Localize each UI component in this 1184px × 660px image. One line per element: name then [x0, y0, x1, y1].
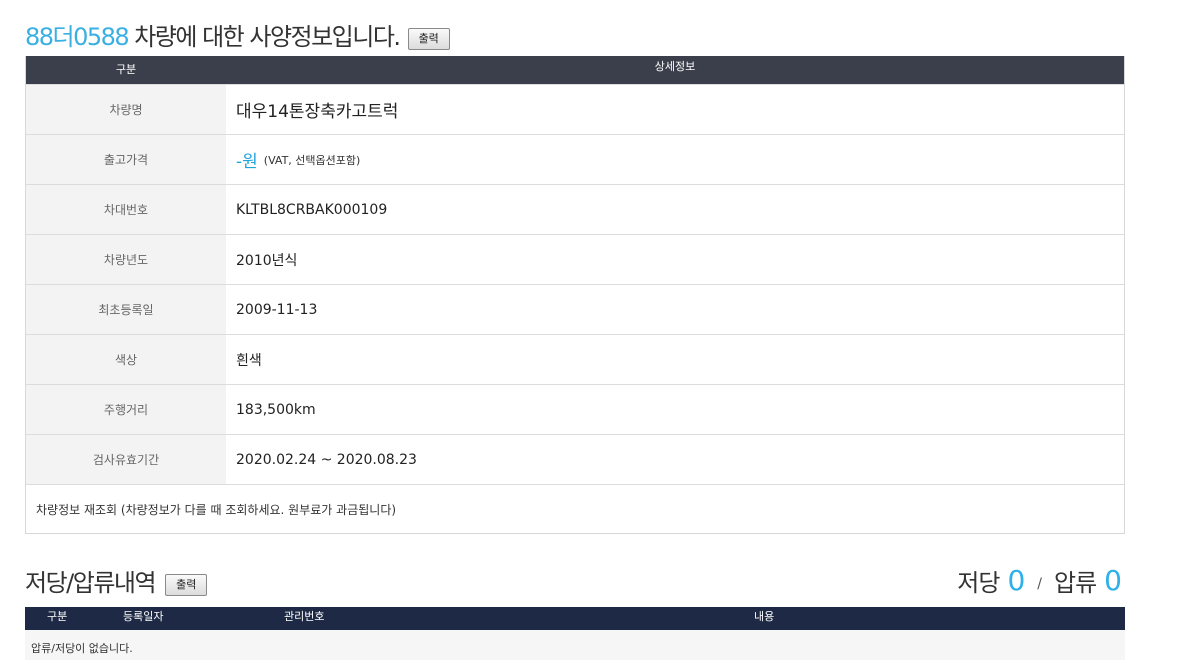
column-header-category: 구분: [47, 610, 68, 623]
lien-section-title: 저당/압류내역 출력: [25, 562, 208, 598]
spec-row-label: 검사유효기간: [26, 435, 226, 484]
spec-row-value: -원 (VAT, 선택옵션포함): [226, 135, 1124, 184]
spec-row-model-year: 차량년도 2010년식: [26, 234, 1124, 284]
spec-row-value: 2010년식: [236, 252, 298, 269]
price-note: (VAT, 선택옵션포함): [263, 153, 361, 167]
spec-row-value: 183,500km: [236, 401, 316, 418]
vehicle-spec-title: 88더0588 차량에 대한 사양정보입니다. 출력: [25, 16, 450, 52]
spec-row-label: 출고가격: [26, 135, 226, 184]
print-lien-button[interactable]: 출력: [165, 574, 208, 596]
seizure-count: 0: [1104, 563, 1122, 597]
recheck-vehicle-info-link[interactable]: 차량정보 재조회 (차량정보가 다를 때 조회하세요. 원부료가 과금됩니다): [26, 484, 1124, 533]
plate-number: 88더0588: [25, 22, 130, 51]
print-spec-button[interactable]: 출력: [407, 28, 450, 50]
spec-row-vin: 차대번호 KLTBL8CRBAK000109: [26, 184, 1124, 234]
spec-row-value: 대우14톤장축카고트럭: [236, 102, 399, 122]
spec-row-mileage: 주행거리 183,500km: [26, 384, 1124, 434]
mortgage-label: 저당: [957, 568, 1000, 597]
spec-row-first-registration: 최초등록일 2009-11-13: [26, 284, 1124, 334]
spec-row-vehicle-name: 차량명 대우14톤장축카고트럭: [26, 84, 1124, 134]
lien-table-header: 구분 등록일자 관리번호 내용: [25, 607, 1125, 630]
lien-empty-text: 압류/저당이 없습니다.: [31, 642, 133, 655]
lien-counts: 저당 0 / 압류 0: [957, 562, 1122, 598]
spec-row-value: KLTBL8CRBAK000109: [236, 201, 388, 218]
mortgage-count: 0: [1007, 563, 1026, 597]
spec-row-label: 차대번호: [26, 185, 226, 234]
column-header-detail: 상세정보: [654, 60, 696, 73]
vehicle-info-page: 88더0588 차량에 대한 사양정보입니다. 출력 구분 상세정보 차량명 대…: [0, 0, 1184, 660]
spec-row-label: 차량명: [26, 85, 226, 134]
column-header-category: 구분: [115, 63, 137, 76]
count-separator: /: [1037, 576, 1042, 592]
spec-table-header: 구분 상세정보: [26, 56, 1124, 84]
title-suffix: 차량에 대한 사양정보입니다.: [134, 22, 401, 51]
spec-row-label: 차량년도: [26, 235, 226, 284]
seizure-label: 압류: [1054, 568, 1097, 597]
spec-row-inspection-period: 검사유효기간 2020.02.24 ~ 2020.08.23: [26, 434, 1124, 484]
column-header-registration-date: 등록일자: [123, 610, 164, 623]
column-header-content: 내용: [754, 610, 775, 623]
spec-row-label: 최초등록일: [26, 285, 226, 334]
price-value: -원: [236, 152, 258, 172]
column-header-management-number: 관리번호: [284, 610, 325, 623]
spec-row-release-price: 출고가격 -원 (VAT, 선택옵션포함): [26, 134, 1124, 184]
lien-title: 저당/압류내역: [25, 568, 157, 597]
spec-row-value: 2009-11-13: [236, 301, 318, 318]
spec-row-color: 색상 흰색: [26, 334, 1124, 384]
spec-row-label: 주행거리: [26, 385, 226, 434]
spec-row-value: 2020.02.24 ~ 2020.08.23: [236, 451, 417, 468]
vehicle-spec-table: 구분 상세정보 차량명 대우14톤장축카고트럭 출고가격 -원 (VAT, 선택…: [25, 56, 1125, 534]
lien-empty-row: 압류/저당이 없습니다.: [25, 630, 1125, 660]
spec-row-label: 색상: [26, 335, 226, 384]
spec-row-value: 흰색: [236, 352, 262, 369]
